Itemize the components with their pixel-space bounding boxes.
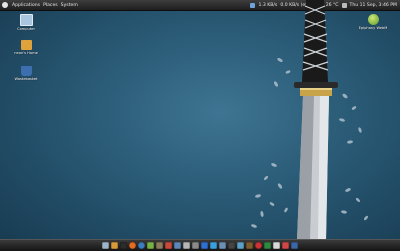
calendar-icon[interactable] bbox=[282, 242, 289, 249]
katana-guard bbox=[294, 82, 338, 96]
computer-icon bbox=[19, 14, 33, 26]
wallpaper-katana-illustration bbox=[251, 0, 368, 240]
desktop-icon-label: Computer bbox=[17, 27, 35, 31]
chat-icon[interactable] bbox=[147, 242, 154, 249]
terminal-icon[interactable] bbox=[120, 242, 127, 249]
settings-icon[interactable] bbox=[192, 242, 199, 249]
network-icon[interactable] bbox=[237, 242, 244, 249]
katana-blade bbox=[297, 96, 329, 240]
home-folder-icon[interactable] bbox=[111, 242, 118, 249]
bottom-dock bbox=[0, 239, 400, 251]
editor-icon[interactable] bbox=[273, 242, 280, 249]
browser-icon[interactable] bbox=[255, 242, 262, 249]
ftp-icon[interactable] bbox=[201, 242, 208, 249]
wastebasket-icon bbox=[20, 66, 32, 76]
gnome-foot-icon[interactable] bbox=[2, 2, 8, 8]
desktop-icon-computer[interactable]: Computer bbox=[9, 14, 43, 31]
desktop-icon-home[interactable]: neon's Home bbox=[9, 40, 43, 55]
home-folder-icon bbox=[20, 40, 32, 50]
firefox-icon[interactable] bbox=[129, 242, 136, 249]
trash-icon[interactable] bbox=[291, 242, 298, 249]
menu-system[interactable]: System bbox=[61, 3, 78, 8]
files-icon[interactable] bbox=[102, 242, 109, 249]
menu-places[interactable]: Places bbox=[43, 3, 58, 8]
desktop-icon-wastebasket[interactable]: Wastebasket bbox=[9, 66, 43, 81]
main-menu: Applications Places System bbox=[0, 2, 78, 8]
mail-icon[interactable] bbox=[174, 242, 181, 249]
desktop-icon-label: neon's Home bbox=[14, 51, 38, 55]
office-icon[interactable] bbox=[210, 242, 217, 249]
monitor-icon[interactable] bbox=[219, 242, 226, 249]
menu-applications[interactable]: Applications bbox=[12, 3, 40, 8]
globe-icon[interactable] bbox=[138, 242, 145, 249]
video-icon[interactable] bbox=[228, 242, 235, 249]
download-icon[interactable] bbox=[264, 242, 271, 249]
desktop-icon-label: Wastebasket bbox=[14, 77, 38, 81]
dictionary-icon[interactable] bbox=[246, 242, 253, 249]
photos-icon[interactable] bbox=[165, 242, 172, 249]
gimp-icon[interactable] bbox=[156, 242, 163, 249]
music-icon[interactable] bbox=[183, 242, 190, 249]
katana-handle bbox=[302, 0, 329, 82]
